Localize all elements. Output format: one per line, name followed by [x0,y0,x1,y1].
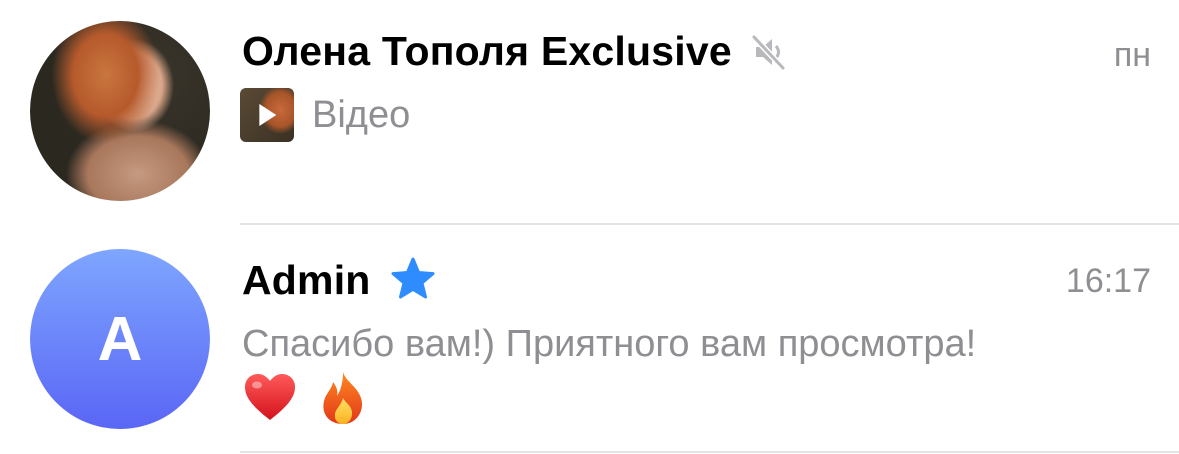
chat-title: Admin [242,256,371,303]
fire-emoji [322,372,362,424]
chat-title-row: Олена Тополя Exclusive [242,28,786,75]
chat-list: Олена Тополя Exclusive пн Відео A Admin [0,0,1179,454]
verified-star-icon [391,257,435,299]
chat-row-olena[interactable]: Олена Тополя Exclusive пн Відео [0,0,1179,224]
chat-row-admin[interactable]: A Admin 16:17 Спасибо вам!) Приятного ва… [0,226,1179,452]
preview-label: Відео [312,93,411,136]
play-icon [259,104,277,126]
chat-time: 16:17 [1065,262,1151,300]
avatar-letter: A [97,304,143,374]
chat-time: пн [1113,36,1151,74]
message-text: Спасибо вам!) Приятного вам просмотра! [242,323,977,365]
mute-icon [751,34,786,70]
video-thumbnail-icon [240,88,294,142]
chat-message: Спасибо вам!) Приятного вам просмотра! [242,318,1162,426]
chat-title: Олена Тополя Exclusive [242,28,732,74]
heart-emoji [245,374,295,420]
chat-preview: Відео [240,88,410,142]
chat-avatar: A [30,249,210,429]
chat-title-row: Admin [242,256,437,304]
chat-divider [240,223,1179,225]
chat-avatar [30,21,210,201]
chat-divider [240,451,1179,453]
